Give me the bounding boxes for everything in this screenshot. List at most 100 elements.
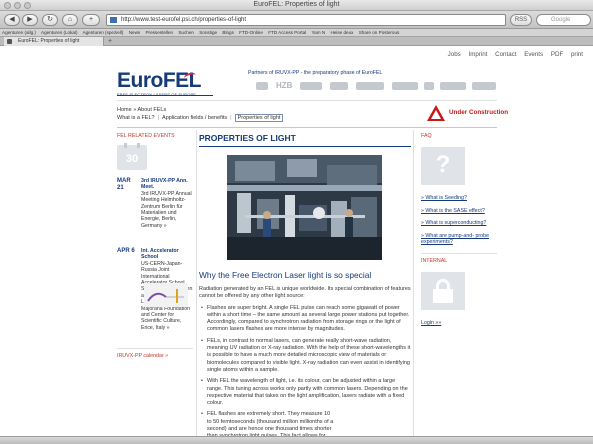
question-mark-icon: ? — [421, 147, 465, 185]
logo-underline — [117, 95, 213, 96]
section-subheading: Why the Free Electron Laser light is so … — [199, 270, 372, 280]
properties-list: Flashes are super bright. A single FEL p… — [199, 305, 411, 441]
subnav-application-fields[interactable]: Application fields / benefits — [162, 115, 227, 121]
partner-logo[interactable] — [392, 82, 418, 90]
breadcrumb-home[interactable]: Home — [117, 107, 132, 113]
bookmark-item[interactable]: Sonstige — [199, 30, 217, 35]
forward-button[interactable]: ▶ — [22, 14, 38, 26]
top-link-imprint[interactable]: Imprint — [468, 51, 487, 58]
bookmark-item[interactable]: Pressestellen — [145, 30, 173, 35]
partner-logo-hzb[interactable]: HZB — [276, 82, 292, 90]
partner-logo[interactable] — [356, 82, 384, 90]
lab-equipment-image — [227, 155, 382, 260]
top-link-pdf[interactable]: PDF — [551, 51, 563, 58]
rss-button[interactable]: RSS — [510, 14, 532, 26]
list-item: Flashes are super bright. A single FEL p… — [199, 305, 411, 334]
top-link-events[interactable]: Events — [524, 51, 543, 58]
event-date: APR 6 — [117, 248, 135, 254]
bookmark-item[interactable]: News — [129, 30, 141, 35]
bookmark-item[interactable]: Share on Posterous — [359, 30, 400, 35]
reload-button[interactable]: ↻ — [42, 14, 58, 26]
header-divider — [117, 100, 497, 101]
plus-icon: + — [88, 16, 94, 23]
back-button[interactable]: ◀ — [4, 14, 20, 26]
faq-link-pump-probe[interactable]: » What are pump-and- probe experiments? — [421, 233, 497, 246]
partner-logo[interactable] — [300, 82, 322, 90]
events-heading: FEL RELATED EVENTS — [117, 133, 175, 139]
address-bar-url: http://www.test-eurofel.psi.ch/propertie… — [121, 17, 247, 23]
browser-toolbar: ◀ ▶ ↻ ⌂ + http://www.test-eurofel.psi.ch… — [0, 11, 593, 29]
faq-link-sase[interactable]: » What is the SASE effect? — [421, 208, 497, 215]
login-link[interactable]: Login »» — [421, 320, 497, 326]
section-subnav: What is a FEL? | Application fields / bene… — [117, 114, 284, 122]
reload-icon: ↻ — [47, 16, 53, 23]
events-sidebar: FEL RELATED EVENTS 30 MAR 21 3rd IRUVX-P… — [117, 133, 193, 359]
breadcrumb: Home » About FELs — [117, 107, 166, 113]
partner-logo[interactable] — [440, 82, 466, 90]
window-titlebar: EuroFEL: Properties of light — [0, 0, 593, 11]
main-content: PROPERTIES OF LIGHT Why the Free Electro… — [199, 133, 411, 444]
home-icon: ⌂ — [67, 16, 73, 23]
page-title: PROPERTIES OF LIGHT — [199, 133, 411, 147]
top-link-print[interactable]: print — [571, 51, 583, 58]
partner-logo[interactable] — [256, 82, 268, 90]
bookmark-item[interactable]: Yam N — [311, 30, 325, 35]
top-links: Jobs Imprint Contact Events PDF print — [442, 51, 583, 58]
bookmark-item[interactable]: FTD Access Portal — [268, 30, 306, 35]
event-item[interactable]: MAR 21 3rd IRUVX-PP Ann. Meet. 3rd IRUVX… — [117, 178, 193, 240]
under-construction-label: Under Construction — [449, 109, 509, 116]
bookmark-item[interactable]: Agenturen (allg.) — [2, 30, 36, 35]
partner-logo[interactable] — [330, 82, 348, 90]
subnav-properties-of-light[interactable]: Properties of light — [234, 114, 284, 122]
address-bar[interactable]: http://www.test-eurofel.psi.ch/propertie… — [106, 14, 506, 26]
lock-icon — [421, 271, 465, 310]
list-item: FELs, in contrast to normal lasers, can … — [199, 338, 411, 374]
window-title: EuroFEL: Properties of light — [253, 1, 340, 8]
tab-active[interactable]: EuroFEL: Properties of light — [4, 37, 104, 46]
home-button[interactable]: ⌂ — [62, 14, 78, 26]
bookmark-item[interactable]: Heise deux — [330, 30, 353, 35]
partners-label: Partners of IRUVX-PP - the preparatory p… — [248, 70, 383, 76]
bookmark-item[interactable]: Blogs — [222, 30, 234, 35]
laboratory-photo — [227, 155, 382, 260]
bookmark-item[interactable]: Suchen — [178, 30, 194, 35]
close-tab-icon[interactable] — [7, 39, 12, 44]
partner-logo[interactable] — [424, 82, 434, 90]
bookmark-item[interactable]: Agenturen (speziell) — [83, 30, 124, 35]
internal-heading: INTERNAL — [421, 257, 448, 264]
calendar-link[interactable]: IRUVX-PP calendar » — [117, 353, 193, 359]
bookmark-item[interactable]: FTD-Online — [239, 30, 263, 35]
pulse-diagram-image — [144, 283, 188, 307]
bookmark-item[interactable]: Agenturen (Lokal) — [41, 30, 78, 35]
content-top-divider — [117, 127, 497, 128]
faq-sidebar: FAQ ? » What is Seeding? » What is the S… — [421, 133, 497, 326]
event-title[interactable]: Int. Accelerator School — [141, 248, 193, 261]
calendar-number: 30 — [125, 153, 139, 165]
calendar-icon: 30 — [117, 143, 147, 170]
faq-link-superconducting[interactable]: » What is superconducting? — [421, 220, 497, 227]
top-link-jobs[interactable]: Jobs — [448, 51, 461, 58]
faq-link-seeding[interactable]: » What is Seeding? — [421, 195, 497, 202]
forward-arrow-icon: ▶ — [27, 16, 33, 23]
intro-paragraph: Radiation generated by an FEL is unique … — [199, 286, 411, 300]
event-date: MAR 21 — [117, 178, 131, 191]
events-divider — [117, 348, 193, 349]
partner-logo[interactable] — [472, 82, 496, 90]
search-input[interactable]: Google — [536, 14, 591, 26]
subnav-what-is-fel[interactable]: What is a FEL? — [117, 115, 155, 121]
tab-label: EuroFEL: Properties of light — [18, 38, 80, 44]
add-bookmark-button[interactable]: + — [82, 14, 100, 26]
back-arrow-icon: ◀ — [9, 16, 15, 23]
event-title[interactable]: 3rd IRUVX-PP Ann. Meet. — [141, 178, 193, 191]
faq-divider — [421, 252, 497, 254]
new-tab-button[interactable]: + — [108, 38, 112, 45]
eurofel-logo[interactable]: EuroFEL FREE ELECTRON LASERS OF EUROPE — [117, 70, 213, 97]
faq-heading: FAQ — [421, 133, 432, 139]
status-bar — [0, 436, 593, 444]
site-favicon-icon — [110, 17, 117, 23]
event-description: 3rd IRUVX-PP Annual Meeting Helmholtz-Ze… — [141, 190, 192, 229]
list-item: With FEL the wavelength of light, i.e. i… — [199, 378, 411, 407]
top-link-contact[interactable]: Contact — [495, 51, 516, 58]
bookmarks-bar: Agenturen (allg.) Agenturen (Lokal) Agen… — [0, 29, 593, 37]
breadcrumb-current[interactable]: About FELs — [138, 107, 167, 113]
